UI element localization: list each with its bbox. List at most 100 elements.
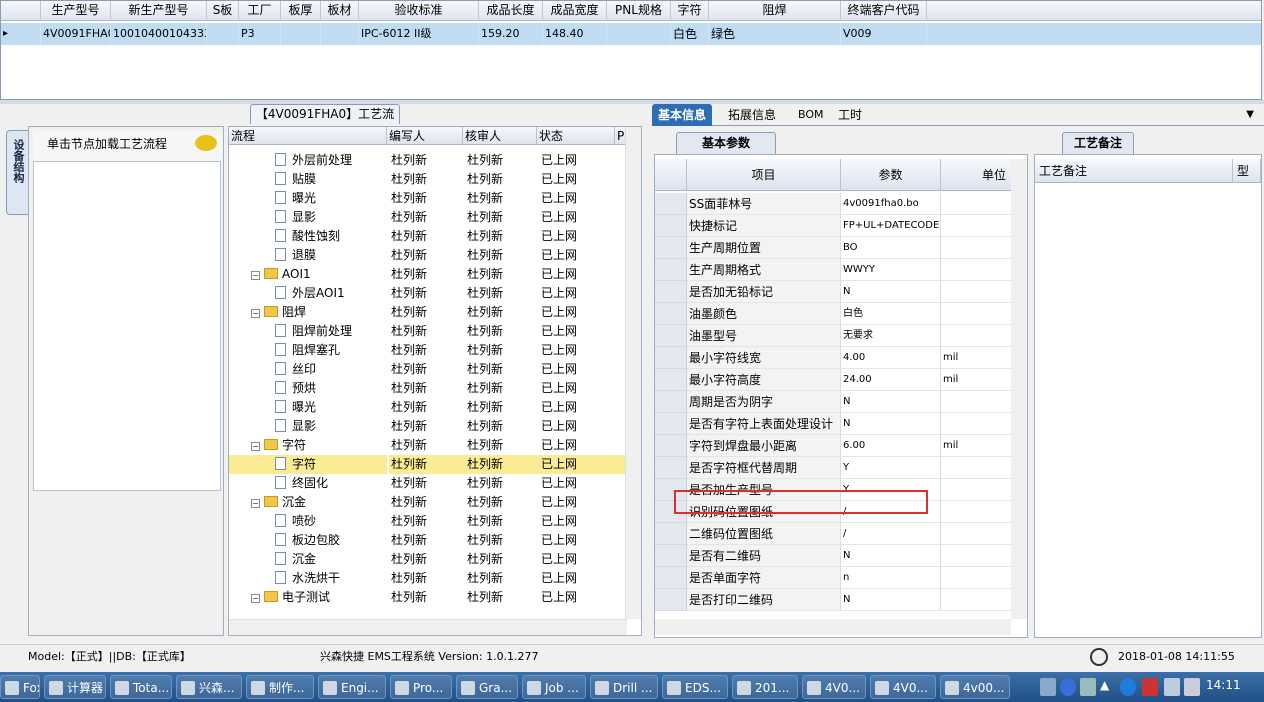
tree-row[interactable]: 曝光 杜列新 杜列新 已上网 (229, 398, 627, 417)
param-row[interactable]: 是否字符框代替周期 Y (655, 457, 1013, 479)
tree-row[interactable]: 阻焊塞孔 杜列新 杜列新 已上网 (229, 341, 627, 360)
tree-row[interactable]: − 字符 杜列新 杜列新 已上网 (229, 436, 627, 455)
table-cell[interactable] (321, 23, 359, 45)
table-cell[interactable]: V009 (841, 23, 927, 45)
tree-row[interactable]: 喷砂 杜列新 杜列新 已上网 (229, 512, 627, 531)
tree-row[interactable]: 外层AOI1 杜列新 杜列新 已上网 (229, 284, 627, 303)
param-value[interactable]: 无要求 (841, 325, 941, 347)
param-value[interactable]: FP+UL+DATECODE (841, 215, 941, 237)
tree-node[interactable]: 沉金 (229, 550, 387, 569)
tree-row[interactable]: − AOI1 杜列新 杜列新 已上网 (229, 265, 627, 284)
tree-node[interactable]: 板边包胶 (229, 531, 387, 550)
param-row[interactable]: 周期是否为阴字 N (655, 391, 1013, 413)
table-cell[interactable]: 4V0091FHA0 (41, 23, 111, 45)
param-row[interactable]: 是否单面字符 n (655, 567, 1013, 589)
taskbar-button[interactable]: Drill ... (590, 675, 658, 699)
speech-bubble-icon[interactable] (195, 135, 217, 151)
taskbar-button[interactable]: Gra... (456, 675, 518, 699)
param-value[interactable]: N (841, 545, 941, 567)
table-cell[interactable]: 148.40 (543, 23, 607, 45)
tree-row[interactable]: 板边包胶 杜列新 杜列新 已上网 (229, 531, 627, 550)
help-icon[interactable] (1060, 678, 1076, 696)
taskbar-button[interactable]: 兴森... (176, 675, 242, 699)
param-value[interactable]: WWYY (841, 259, 941, 281)
tree-node[interactable]: 喷砂 (229, 512, 387, 531)
param-row[interactable]: SS面菲林号 4v0091fha0.bo (655, 193, 1013, 215)
row-header[interactable] (655, 215, 687, 237)
param-row[interactable]: 二维码位置图纸 / (655, 523, 1013, 545)
taskbar-button[interactable]: EDS... (662, 675, 728, 699)
taskbar-button[interactable]: 201... (732, 675, 798, 699)
param-value[interactable]: N (841, 281, 941, 303)
tab-process-remarks[interactable]: 工艺备注 (1062, 132, 1134, 154)
tree-node[interactable]: 预烘 (229, 379, 387, 398)
col-header[interactable]: PNL规格 (607, 1, 671, 21)
param-value[interactable]: Y (841, 457, 941, 479)
col-header-value[interactable]: 参数 (841, 159, 941, 191)
tab-device-structure[interactable]: 设备结构 (6, 130, 28, 215)
param-row[interactable]: 油墨颜色 白色 (655, 303, 1013, 325)
tab-work-hours[interactable]: 工时 (832, 104, 868, 126)
tree-node[interactable]: − 阻焊 (229, 303, 387, 322)
col-header-remarks[interactable]: 工艺备注 (1035, 159, 1233, 183)
row-header[interactable] (655, 435, 687, 457)
table-cell[interactable]: IPC-6012 II级 (359, 23, 479, 45)
col-header-item[interactable]: 项目 (687, 159, 841, 191)
param-value[interactable]: 6.00 (841, 435, 941, 457)
tree-row[interactable]: 沉金 杜列新 杜列新 已上网 (229, 550, 627, 569)
col-header[interactable]: 成品宽度 (543, 1, 607, 21)
param-row[interactable]: 快捷标记 FP+UL+DATECODE (655, 215, 1013, 237)
param-value[interactable]: / (841, 523, 941, 545)
row-header[interactable] (655, 325, 687, 347)
table-cell[interactable]: 绿色 (709, 23, 841, 45)
param-row[interactable]: 是否打印二维码 N (655, 589, 1013, 611)
param-row[interactable]: 生产周期位置 BO (655, 237, 1013, 259)
taskbar-button[interactable]: Fox... (0, 675, 40, 699)
tree-row[interactable]: − 电子测试 杜列新 杜列新 已上网 (229, 588, 627, 607)
taskbar-button[interactable]: 4V0... (870, 675, 936, 699)
col-header[interactable]: 字符 (671, 1, 709, 21)
volume-icon[interactable] (1184, 678, 1200, 696)
table-cell[interactable]: 10010400104333 (111, 23, 207, 45)
tree-node[interactable]: 曝光 (229, 189, 387, 208)
col-header[interactable]: 生产型号 (41, 1, 111, 21)
table-cell[interactable]: 白色 (671, 23, 709, 45)
tray-expand-icon[interactable]: ▲ (1100, 678, 1110, 696)
tree-row[interactable]: 阻焊前处理 杜列新 杜列新 已上网 (229, 322, 627, 341)
collapse-icon[interactable]: − (251, 594, 260, 603)
table-row[interactable]: ▸ 4V0091FHA0 10010400104333 P3 IPC-6012 … (1, 23, 1261, 45)
tree-node[interactable]: − 字符 (229, 436, 387, 455)
table-cell[interactable] (207, 23, 239, 45)
tree-node[interactable]: 显影 (229, 208, 387, 227)
table-cell[interactable]: 159.20 (479, 23, 543, 45)
col-header-status[interactable]: 状态 (537, 127, 615, 145)
row-header[interactable] (655, 281, 687, 303)
tree-node[interactable]: 水洗烘干 (229, 569, 387, 588)
pen-icon[interactable] (1080, 678, 1096, 696)
col-header-reviewer[interactable]: 核审人 (463, 127, 537, 145)
tree-horizontal-scrollbar[interactable] (229, 619, 627, 635)
row-header[interactable] (655, 413, 687, 435)
tree-node[interactable]: 外层AOI1 (229, 284, 387, 303)
tree-row[interactable]: 字符 杜列新 杜列新 已上网 (229, 455, 627, 474)
tree-row[interactable]: 丝印 杜列新 杜列新 已上网 (229, 360, 627, 379)
tab-basic-info[interactable]: 基本信息 (652, 104, 713, 126)
tab-extended-info[interactable]: 拓展信息 (722, 104, 782, 126)
row-header[interactable] (655, 347, 687, 369)
table-cell[interactable]: P3 (239, 23, 281, 45)
row-header[interactable] (655, 259, 687, 281)
param-row[interactable]: 最小字符高度 24.00 mil (655, 369, 1013, 391)
col-header-flow[interactable]: 流程 (229, 127, 387, 145)
tree-row[interactable]: 显影 杜列新 杜列新 已上网 (229, 417, 627, 436)
row-header[interactable] (655, 369, 687, 391)
app-tray-icon[interactable] (1142, 678, 1158, 696)
tree-row[interactable]: 显影 杜列新 杜列新 已上网 (229, 208, 627, 227)
tree-row[interactable]: 曝光 杜列新 杜列新 已上网 (229, 189, 627, 208)
param-value[interactable]: N (841, 391, 941, 413)
collapse-icon[interactable]: − (251, 499, 260, 508)
params-horizontal-scrollbar[interactable] (655, 619, 1011, 635)
tree-node[interactable]: − AOI1 (229, 265, 387, 284)
param-row[interactable]: 生产周期格式 WWYY (655, 259, 1013, 281)
network-icon[interactable] (1164, 678, 1180, 696)
row-header[interactable] (655, 237, 687, 259)
